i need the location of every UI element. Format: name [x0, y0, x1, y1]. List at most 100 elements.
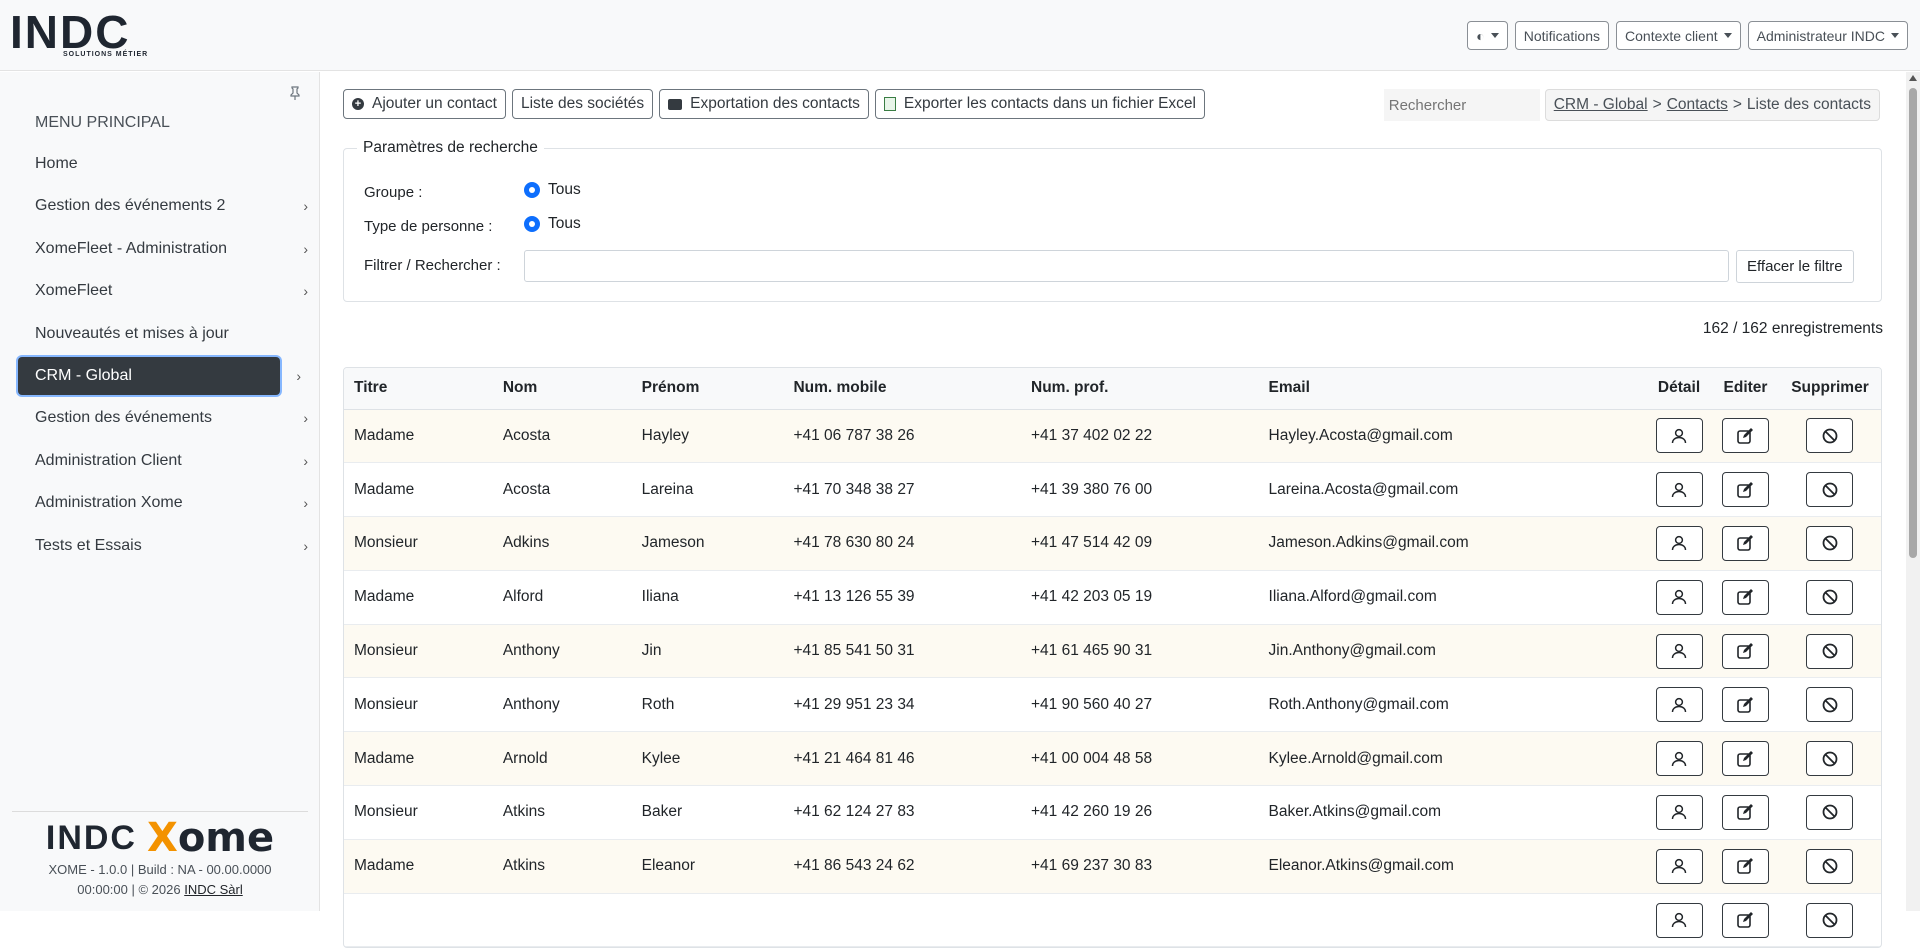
table-row[interactable]: Madame Acosta Lareina +41 70 348 38 27 +41 3… [344, 462, 1881, 518]
person-type-radio[interactable]: Tous [524, 215, 581, 233]
edit-button[interactable] [1721, 848, 1769, 884]
table-row[interactable]: Madame Arnold Kylee +41 21 464 81 46 +41 00 … [344, 731, 1881, 787]
footer-indc-logo: INDC [45, 818, 137, 857]
breadcrumb-contacts-link[interactable]: Contacts [1667, 96, 1728, 114]
detail-button[interactable] [1655, 741, 1703, 777]
sidebar-item-administration-client[interactable]: Administration Client › [18, 442, 308, 480]
detail-button[interactable] [1655, 579, 1703, 615]
column-header[interactable]: Supprimer [1778, 368, 1881, 410]
table-row[interactable]: Monsieur Anthony Roth +41 29 951 23 34 +41 9… [344, 677, 1881, 733]
scrollbar-thumb[interactable] [1909, 88, 1917, 558]
delete-button[interactable] [1806, 687, 1854, 723]
column-header[interactable]: Titre [344, 368, 493, 410]
sidebar-item-label: Home [35, 155, 78, 172]
company-list-button[interactable]: Liste des sociétés [511, 89, 654, 119]
sidebar-item-crm-global[interactable]: CRM - Global › [18, 356, 301, 395]
edit-button[interactable] [1721, 902, 1769, 938]
column-header[interactable]: Prénom [631, 368, 784, 410]
table-row[interactable]: Monsieur Anthony Jin +41 85 541 50 31 +41 61… [344, 624, 1881, 679]
detail-button[interactable] [1655, 418, 1703, 454]
delete-button[interactable] [1806, 418, 1854, 454]
action-cell [1646, 516, 1713, 571]
edit-button[interactable] [1721, 525, 1769, 561]
sidebar-item-xomefleet-administration[interactable]: XomeFleet - Administration › [18, 230, 308, 268]
group-radio[interactable]: Tous [524, 181, 581, 199]
delete-button[interactable] [1806, 525, 1854, 561]
edit-button[interactable] [1721, 633, 1769, 669]
company-link[interactable]: INDC Sàrl [184, 882, 243, 897]
edit-button[interactable] [1721, 418, 1769, 454]
clear-filter-button[interactable]: Effacer le filtre [1736, 250, 1854, 283]
edit-button[interactable] [1721, 794, 1769, 830]
detail-button[interactable] [1655, 687, 1703, 723]
ban-icon [1821, 427, 1839, 445]
column-header[interactable]: Num. prof. [1021, 368, 1259, 410]
sidebar-item-tests-et-essais[interactable]: Tests et Essais › [18, 527, 308, 565]
search-input[interactable] [1383, 89, 1540, 121]
user-icon [1670, 750, 1688, 768]
sidebar-item-gestion-des-v-nements-2[interactable]: Gestion des événements 2 › [18, 187, 308, 225]
pin-icon[interactable] [289, 86, 301, 103]
delete-button[interactable] [1806, 902, 1854, 938]
column-header[interactable]: Nom [492, 368, 632, 410]
edit-button[interactable] [1721, 741, 1769, 777]
column-header[interactable]: Email [1258, 368, 1647, 410]
sidebar-item-home[interactable]: Home [18, 145, 302, 183]
export-contacts-button[interactable]: Exportation des contacts [659, 89, 869, 119]
breadcrumb-crm-link[interactable]: CRM - Global [1554, 96, 1648, 114]
breadcrumb: CRM - Global > Contacts > Liste des cont… [1544, 89, 1880, 121]
radio-selected-icon[interactable] [524, 182, 540, 198]
scroll-up-icon[interactable] [1909, 75, 1917, 81]
delete-button[interactable] [1806, 794, 1854, 830]
table-row[interactable]: Madame Acosta Hayley +41 06 787 38 26 +41 37… [344, 409, 1881, 464]
radio-selected-icon[interactable] [524, 216, 540, 232]
table-row[interactable] [344, 893, 1881, 948]
client-context-dropdown[interactable]: Contexte client [1616, 21, 1741, 50]
ban-icon [1821, 481, 1839, 499]
detail-button[interactable] [1655, 472, 1703, 508]
page-scrollbar[interactable] [1906, 72, 1920, 911]
table-cell: Madame [344, 409, 493, 464]
version-info: XOME - 1.0.0 | Build : NA - 00.00.0000 0… [12, 860, 308, 900]
edit-button[interactable] [1721, 472, 1769, 508]
sidebar-item-gestion-des-v-nements[interactable]: Gestion des événements › [18, 399, 308, 437]
delete-button[interactable] [1806, 633, 1854, 669]
delete-button[interactable] [1806, 579, 1854, 615]
detail-button[interactable] [1655, 794, 1703, 830]
detail-button[interactable] [1655, 525, 1703, 561]
detail-button[interactable] [1655, 633, 1703, 669]
delete-button[interactable] [1806, 848, 1854, 884]
table-cell: Anthony [492, 624, 632, 679]
delete-button[interactable] [1806, 741, 1854, 777]
action-cell [1646, 785, 1713, 840]
edit-icon [1736, 427, 1754, 445]
sidebar-item-xomefleet[interactable]: XomeFleet › [18, 272, 308, 310]
user-icon [1670, 588, 1688, 606]
user-menu-dropdown[interactable]: Administrateur INDC [1747, 21, 1908, 50]
table-row[interactable]: Monsieur Atkins Baker +41 62 124 27 83 +41 4… [344, 785, 1881, 840]
add-contact-button[interactable]: + Ajouter un contact [343, 89, 506, 119]
notifications-button[interactable]: Notifications [1514, 21, 1610, 50]
table-row[interactable]: Monsieur Adkins Jameson +41 78 630 80 24 +41… [344, 516, 1881, 571]
table-cell: Kylee.Arnold@gmail.com [1258, 731, 1647, 787]
sidebar-item-administration-xome[interactable]: Administration Xome › [18, 484, 308, 522]
export-excel-button[interactable]: Exporter les contacts dans un fichier Ex… [874, 89, 1205, 119]
table-cell: Arnold [492, 731, 632, 787]
sidebar-item-label: XomeFleet [35, 282, 113, 300]
table-row[interactable]: Madame Atkins Eleanor +41 86 543 24 62 +41 6… [344, 839, 1881, 894]
table-row[interactable]: Madame Alford Iliana +41 13 126 55 39 +41 42… [344, 570, 1881, 625]
detail-button[interactable] [1655, 848, 1703, 884]
sidebar-item-nouveaut-s-et-mises-jour[interactable]: Nouveautés et mises à jour [18, 315, 302, 353]
edit-button[interactable] [1721, 687, 1769, 723]
indc-logo[interactable]: INDC SOLUTIONS MÉTIER [10, 9, 200, 60]
column-header[interactable]: Détail [1646, 368, 1713, 410]
action-cell [1778, 677, 1881, 733]
column-header[interactable]: Num. mobile [783, 368, 1021, 410]
edit-button[interactable] [1721, 579, 1769, 615]
filter-input[interactable] [524, 250, 1729, 282]
theme-toggle-button[interactable]: ◐ [1467, 21, 1508, 50]
delete-button[interactable] [1806, 472, 1854, 508]
detail-button[interactable] [1655, 902, 1703, 938]
column-header[interactable]: Editer [1712, 368, 1779, 410]
action-cell [1712, 677, 1779, 733]
